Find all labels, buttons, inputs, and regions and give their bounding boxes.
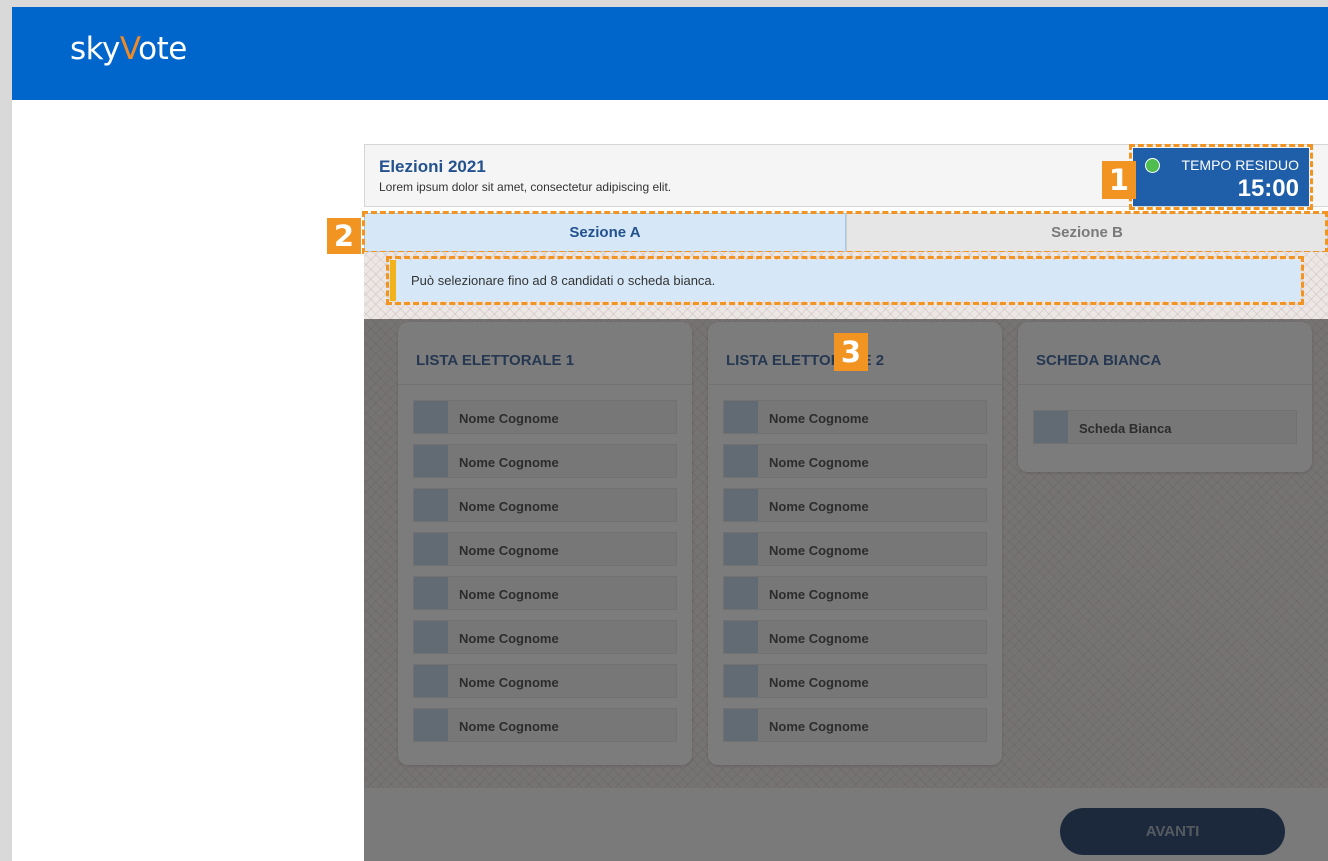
election-subtitle: Lorem ipsum dolor sit amet, consectetur … xyxy=(379,180,672,194)
candidate-item[interactable]: Nome Cognome xyxy=(413,532,677,566)
divider xyxy=(1018,384,1312,385)
top-bar: skyVote xyxy=(12,7,1328,100)
tab-sezione-a[interactable]: Sezione A xyxy=(364,213,846,252)
checkbox-icon[interactable] xyxy=(724,445,758,477)
checkbox-icon[interactable] xyxy=(414,577,448,609)
candidate-item[interactable]: Nome Cognome xyxy=(723,444,987,478)
blank-ballot-column: SCHEDA BIANCA Scheda Bianca xyxy=(1018,322,1312,472)
candidate-item[interactable]: Nome Cognome xyxy=(723,708,987,742)
election-title: Elezioni 2021 xyxy=(379,157,486,176)
skyvote-logo: skyVote xyxy=(70,31,187,67)
candidate-item[interactable]: Nome Cognome xyxy=(413,400,677,434)
checkbox-icon[interactable] xyxy=(724,665,758,697)
checkbox-icon[interactable] xyxy=(414,489,448,521)
checkbox-icon[interactable] xyxy=(724,621,758,653)
checkbox-icon[interactable] xyxy=(724,577,758,609)
candidate-item[interactable]: Nome Cognome xyxy=(723,532,987,566)
candidate-item[interactable]: Nome Cognome xyxy=(413,664,677,698)
list-column-1: LISTA ELETTORALE 1 Nome Cognome Nome Cog… xyxy=(398,322,692,765)
checkbox-icon[interactable] xyxy=(414,665,448,697)
app-frame: skyVote Elezioni 2021 Lorem ipsum dolor … xyxy=(12,7,1328,861)
checkbox-icon[interactable] xyxy=(724,401,758,433)
divider xyxy=(708,384,1002,385)
ballot-panel: Elezioni 2021 Lorem ipsum dolor sit amet… xyxy=(327,144,1328,861)
checkbox-icon[interactable] xyxy=(414,709,448,741)
list-column-2: LISTA ELETTORALE 2 Nome Cognome Nome Cog… xyxy=(708,322,1002,765)
annotation-badge-3: 3 xyxy=(834,333,868,371)
checkbox-icon[interactable] xyxy=(724,709,758,741)
candidate-item[interactable]: Nome Cognome xyxy=(413,444,677,478)
candidate-item[interactable]: Nome Cognome xyxy=(413,708,677,742)
tab-sezione-b[interactable]: Sezione B xyxy=(846,213,1328,252)
footer-bar: AVANTI xyxy=(364,788,1328,861)
avanti-button[interactable]: AVANTI xyxy=(1060,808,1285,855)
checkbox-icon[interactable] xyxy=(414,621,448,653)
info-banner: Può selezionare fino ad 8 candidati o sc… xyxy=(390,260,1300,301)
blank-ballot-option[interactable]: Scheda Bianca xyxy=(1033,410,1297,444)
checkbox-icon[interactable] xyxy=(724,489,758,521)
status-dot-icon xyxy=(1145,158,1160,173)
checkbox-icon[interactable] xyxy=(414,533,448,565)
candidate-item[interactable]: Nome Cognome xyxy=(413,488,677,522)
divider xyxy=(398,384,692,385)
timer-box: TEMPO RESIDUO 15:00 xyxy=(1133,148,1309,206)
blank-ballot-title: SCHEDA BIANCA xyxy=(1036,352,1162,369)
candidate-item[interactable]: Nome Cognome xyxy=(413,576,677,610)
candidate-item[interactable]: Nome Cognome xyxy=(723,576,987,610)
candidate-item[interactable]: Nome Cognome xyxy=(723,664,987,698)
section-tabs: Sezione A Sezione B xyxy=(364,213,1328,252)
annotation-badge-1: 1 xyxy=(1102,161,1136,199)
candidate-item[interactable]: Nome Cognome xyxy=(723,400,987,434)
annotation-badge-2: 2 xyxy=(327,218,361,254)
election-header: Elezioni 2021 Lorem ipsum dolor sit amet… xyxy=(364,144,1328,210)
candidate-item[interactable]: Nome Cognome xyxy=(413,620,677,654)
checkbox-icon[interactable] xyxy=(724,533,758,565)
list-title: LISTA ELETTORALE 1 xyxy=(416,352,575,369)
checkbox-icon[interactable] xyxy=(414,401,448,433)
checkbox-icon[interactable] xyxy=(414,445,448,477)
timer-value: 15:00 xyxy=(1237,175,1299,202)
timer-label: TEMPO RESIDUO xyxy=(1181,157,1299,173)
checkbox-icon[interactable] xyxy=(1034,411,1068,443)
candidate-item[interactable]: Nome Cognome xyxy=(723,488,987,522)
candidate-item[interactable]: Nome Cognome xyxy=(723,620,987,654)
